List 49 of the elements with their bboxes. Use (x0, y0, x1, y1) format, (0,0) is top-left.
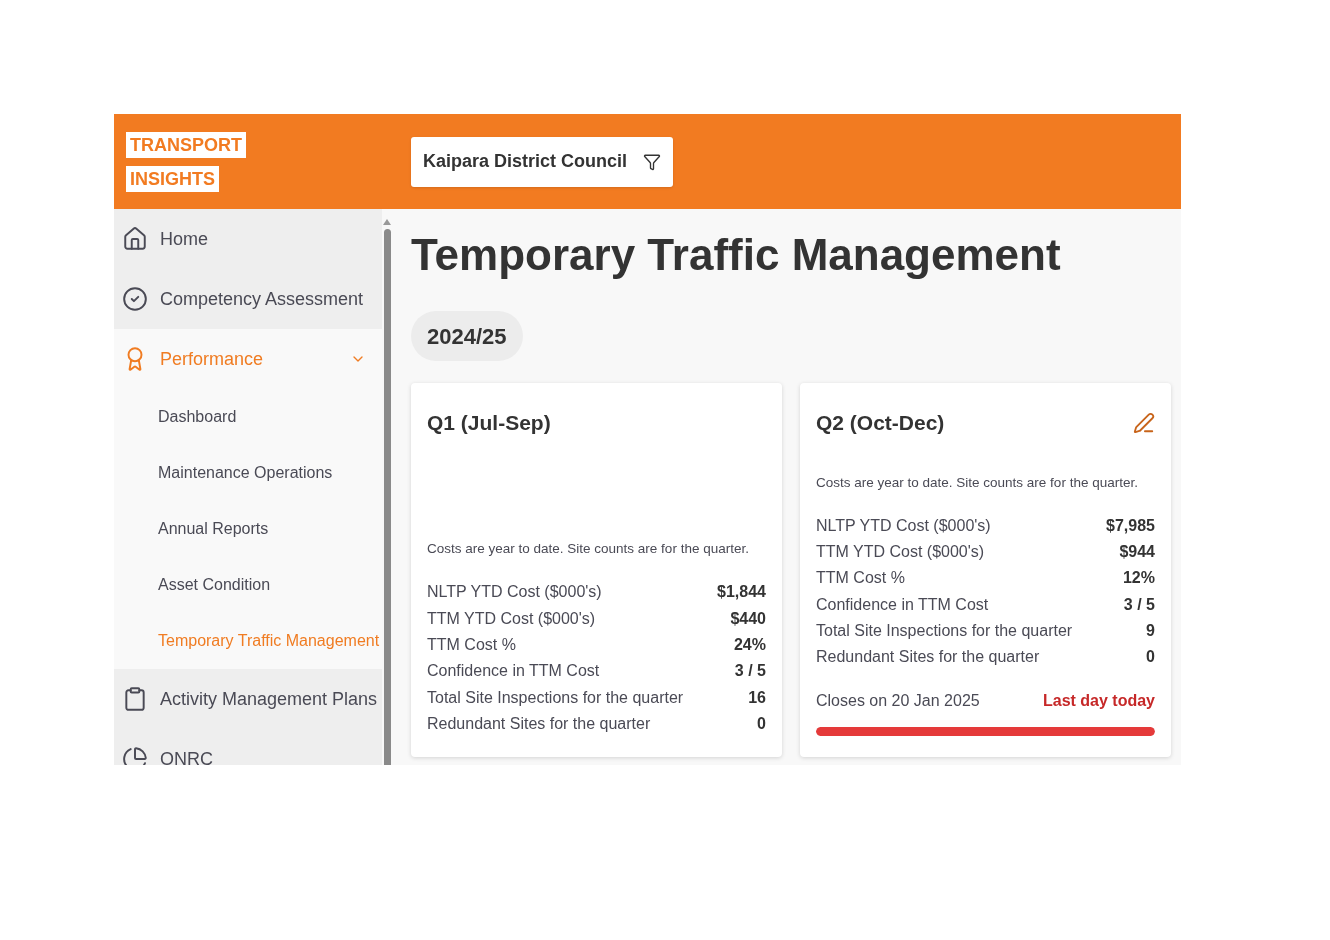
metric-value: 0 (757, 713, 766, 734)
metric-value: 16 (748, 687, 766, 708)
metric-label: Redundant Sites for the quarter (816, 647, 1040, 668)
deadline-status: Last day today (1042, 690, 1155, 711)
logo-text: TRANSPORT (126, 131, 246, 158)
clipboard-icon (122, 686, 148, 712)
metric-value: $1,844 (717, 582, 766, 603)
metric-label: TTM YTD Cost ($000's) (427, 608, 596, 629)
nav-item[interactable]: Competency Assessment (114, 269, 382, 329)
metric-label: TTM YTD Cost ($000's) (816, 542, 985, 563)
metric-label: Redundant Sites for the quarter (427, 713, 651, 734)
card-note: Costs are year to date. Site counts are for the quarter. (816, 473, 1139, 492)
metric-label: NLTP YTD Cost ($000's) (427, 582, 602, 603)
page-title: Temporary Traffic Management (411, 229, 1062, 281)
logo-text: INSIGHTS (126, 165, 219, 192)
nav-item[interactable]: ONRC (114, 729, 382, 765)
nav-subitem[interactable]: Asset Condition (114, 557, 382, 613)
nav-item[interactable]: Home (114, 209, 382, 269)
metric-label: TTM Cost % (816, 568, 905, 589)
metric-value: $440 (730, 608, 766, 629)
check-circle-icon (122, 286, 148, 312)
card-title: Q1 (Jul-Sep) (427, 410, 551, 436)
card-note: Costs are year to date. Site counts are for the quarter. (427, 539, 750, 558)
closing-date: Closes on 20 Jan 2025 (816, 690, 980, 711)
metric-value: 9 (1146, 621, 1155, 642)
council-filter[interactable]: Kaipara District Council (411, 136, 674, 187)
metric-label: Confidence in TTM Cost (816, 594, 989, 615)
pie-chart-icon (122, 746, 148, 765)
filter-icon (643, 152, 662, 171)
metric-value: 3 / 5 (1123, 594, 1155, 615)
house-icon (122, 226, 148, 252)
card-title: Q2 (Oct-Dec) (816, 410, 945, 436)
metric-label: Total Site Inspections for the quarter (427, 687, 684, 708)
metric-value: 3 / 5 (734, 661, 766, 682)
nav-item[interactable]: Activity Management Plans (114, 669, 382, 729)
metric-value: $944 (1119, 542, 1155, 563)
metric-value: 0 (1146, 647, 1155, 668)
nav-subitem[interactable]: Annual Reports (114, 501, 382, 557)
metric-value: 12% (1122, 568, 1155, 589)
year-chip[interactable]: 2024/25 (411, 311, 523, 361)
nav-subitem[interactable]: Maintenance Operations (114, 445, 382, 501)
pencil-icon[interactable] (1133, 411, 1155, 434)
metric-label: Confidence in TTM Cost (427, 661, 600, 682)
metric-label: Total Site Inspections for the quarter (816, 621, 1073, 642)
metric-value: 24% (733, 634, 766, 655)
metric-label: TTM Cost % (427, 634, 516, 655)
nav-subitem[interactable]: Dashboard (114, 389, 382, 445)
metric-label: NLTP YTD Cost ($000's) (816, 515, 991, 536)
metric-value: $7,985 (1106, 515, 1155, 536)
